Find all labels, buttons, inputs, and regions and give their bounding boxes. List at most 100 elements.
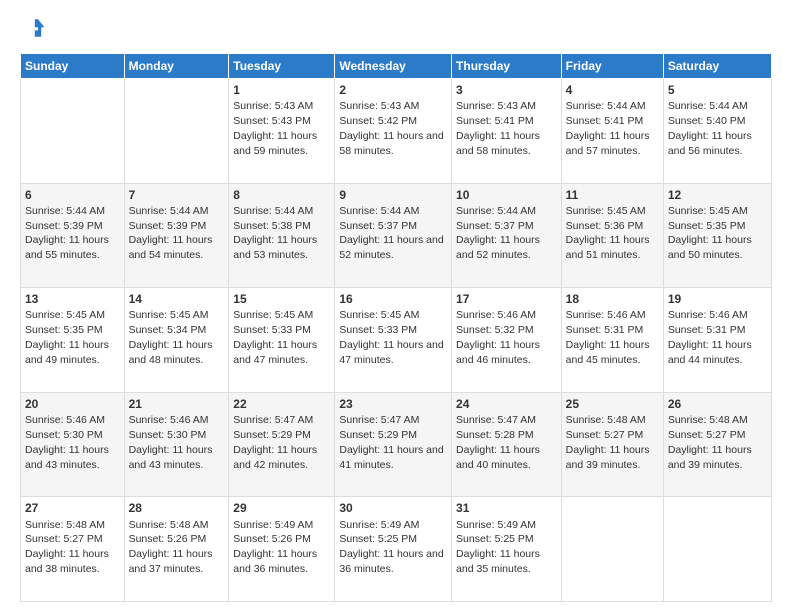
day-number: 13: [25, 291, 120, 307]
day-number: 31: [456, 500, 557, 516]
day-number: 19: [668, 291, 767, 307]
day-number: 14: [129, 291, 225, 307]
day-sunrise: Sunrise: 5:43 AMSunset: 5:43 PMDaylight:…: [233, 100, 317, 157]
calendar-cell: [663, 497, 771, 602]
page: SundayMondayTuesdayWednesdayThursdayFrid…: [0, 0, 792, 612]
calendar-cell: 24 Sunrise: 5:47 AMSunset: 5:28 PMDayligh…: [452, 392, 562, 497]
calendar-cell: 8 Sunrise: 5:44 AMSunset: 5:38 PMDaylight…: [229, 183, 335, 288]
calendar-cell: 4Sunrise: 5:44 AMSunset: 5:41 PMDaylight…: [561, 79, 663, 184]
day-number: 2: [339, 82, 447, 98]
day-sunrise: Sunrise: 5:45 AMSunset: 5:35 PMDaylight:…: [25, 309, 109, 366]
day-number: 10: [456, 187, 557, 203]
calendar-cell: 30 Sunrise: 5:49 AMSunset: 5:25 PMDayligh…: [335, 497, 452, 602]
day-number: 7: [129, 187, 225, 203]
day-sunrise: Sunrise: 5:44 AMSunset: 5:37 PMDaylight:…: [456, 205, 540, 262]
calendar-cell: 17 Sunrise: 5:46 AMSunset: 5:32 PMDayligh…: [452, 288, 562, 393]
day-number: 11: [566, 187, 659, 203]
day-sunrise: Sunrise: 5:44 AMSunset: 5:39 PMDaylight:…: [25, 205, 109, 262]
calendar-week-3: 13 Sunrise: 5:45 AMSunset: 5:35 PMDayligh…: [21, 288, 772, 393]
calendar-cell: 21 Sunrise: 5:46 AMSunset: 5:30 PMDayligh…: [124, 392, 229, 497]
weekday-header-sunday: Sunday: [21, 54, 125, 79]
calendar-cell: [21, 79, 125, 184]
day-number: 21: [129, 396, 225, 412]
day-sunrise: Sunrise: 5:45 AMSunset: 5:33 PMDaylight:…: [339, 309, 443, 366]
day-number: 6: [25, 187, 120, 203]
day-number: 12: [668, 187, 767, 203]
day-number: 17: [456, 291, 557, 307]
day-sunrise: Sunrise: 5:49 AMSunset: 5:25 PMDaylight:…: [339, 519, 443, 576]
day-sunrise: Sunrise: 5:48 AMSunset: 5:27 PMDaylight:…: [668, 414, 752, 471]
day-sunrise: Sunrise: 5:44 AMSunset: 5:39 PMDaylight:…: [129, 205, 213, 262]
day-sunrise: Sunrise: 5:45 AMSunset: 5:34 PMDaylight:…: [129, 309, 213, 366]
day-sunrise: Sunrise: 5:48 AMSunset: 5:26 PMDaylight:…: [129, 519, 213, 576]
day-number: 23: [339, 396, 447, 412]
calendar-cell: 27Sunrise: 5:48 AMSunset: 5:27 PMDayligh…: [21, 497, 125, 602]
calendar-cell: 10 Sunrise: 5:44 AMSunset: 5:37 PMDayligh…: [452, 183, 562, 288]
calendar-cell: 11 Sunrise: 5:45 AMSunset: 5:36 PMDayligh…: [561, 183, 663, 288]
day-number: 3: [456, 82, 557, 98]
day-sunrise: Sunrise: 5:46 AMSunset: 5:30 PMDaylight:…: [129, 414, 213, 471]
calendar-week-1: 1 Sunrise: 5:43 AMSunset: 5:43 PMDaylight…: [21, 79, 772, 184]
day-sunrise: Sunrise: 5:47 AMSunset: 5:29 PMDaylight:…: [233, 414, 317, 471]
day-sunrise: Sunrise: 5:43 AMSunset: 5:41 PMDaylight:…: [456, 100, 540, 157]
weekday-header-thursday: Thursday: [452, 54, 562, 79]
calendar-cell: 28 Sunrise: 5:48 AMSunset: 5:26 PMDayligh…: [124, 497, 229, 602]
weekday-header-monday: Monday: [124, 54, 229, 79]
day-sunrise: Sunrise: 5:47 AMSunset: 5:28 PMDaylight:…: [456, 414, 540, 471]
calendar-cell: 31Sunrise: 5:49 AMSunset: 5:25 PMDayligh…: [452, 497, 562, 602]
calendar-cell: 12Sunrise: 5:45 AMSunset: 5:35 PMDayligh…: [663, 183, 771, 288]
calendar-cell: 13 Sunrise: 5:45 AMSunset: 5:35 PMDayligh…: [21, 288, 125, 393]
day-sunrise: Sunrise: 5:48 AMSunset: 5:27 PMDaylight:…: [566, 414, 650, 471]
day-sunrise: Sunrise: 5:46 AMSunset: 5:30 PMDaylight:…: [25, 414, 109, 471]
day-number: 22: [233, 396, 330, 412]
calendar-cell: 9Sunrise: 5:44 AMSunset: 5:37 PMDaylight…: [335, 183, 452, 288]
day-sunrise: Sunrise: 5:46 AMSunset: 5:31 PMDaylight:…: [668, 309, 752, 366]
day-sunrise: Sunrise: 5:44 AMSunset: 5:40 PMDaylight:…: [668, 100, 752, 157]
day-number: 26: [668, 396, 767, 412]
day-number: 5: [668, 82, 767, 98]
weekday-header-wednesday: Wednesday: [335, 54, 452, 79]
day-number: 4: [566, 82, 659, 98]
calendar-week-4: 20Sunrise: 5:46 AMSunset: 5:30 PMDayligh…: [21, 392, 772, 497]
calendar-cell: 19 Sunrise: 5:46 AMSunset: 5:31 PMDayligh…: [663, 288, 771, 393]
calendar-cell: 5 Sunrise: 5:44 AMSunset: 5:40 PMDaylight…: [663, 79, 771, 184]
logo: [20, 16, 46, 45]
day-number: 25: [566, 396, 659, 412]
weekday-header-tuesday: Tuesday: [229, 54, 335, 79]
calendar-header-row: SundayMondayTuesdayWednesdayThursdayFrid…: [21, 54, 772, 79]
weekday-header-saturday: Saturday: [663, 54, 771, 79]
calendar-cell: 7 Sunrise: 5:44 AMSunset: 5:39 PMDaylight…: [124, 183, 229, 288]
day-sunrise: Sunrise: 5:45 AMSunset: 5:36 PMDaylight:…: [566, 205, 650, 262]
day-sunrise: Sunrise: 5:44 AMSunset: 5:38 PMDaylight:…: [233, 205, 317, 262]
calendar-cell: [124, 79, 229, 184]
day-number: 29: [233, 500, 330, 516]
calendar-cell: 22 Sunrise: 5:47 AMSunset: 5:29 PMDayligh…: [229, 392, 335, 497]
day-sunrise: Sunrise: 5:46 AMSunset: 5:32 PMDaylight:…: [456, 309, 540, 366]
calendar-cell: 1 Sunrise: 5:43 AMSunset: 5:43 PMDaylight…: [229, 79, 335, 184]
day-sunrise: Sunrise: 5:45 AMSunset: 5:33 PMDaylight:…: [233, 309, 317, 366]
day-number: 30: [339, 500, 447, 516]
day-sunrise: Sunrise: 5:43 AMSunset: 5:42 PMDaylight:…: [339, 100, 443, 157]
day-number: 24: [456, 396, 557, 412]
calendar-cell: 25 Sunrise: 5:48 AMSunset: 5:27 PMDayligh…: [561, 392, 663, 497]
day-sunrise: Sunrise: 5:49 AMSunset: 5:26 PMDaylight:…: [233, 519, 317, 576]
calendar-cell: 20Sunrise: 5:46 AMSunset: 5:30 PMDayligh…: [21, 392, 125, 497]
calendar-cell: 15 Sunrise: 5:45 AMSunset: 5:33 PMDayligh…: [229, 288, 335, 393]
day-number: 15: [233, 291, 330, 307]
calendar-table: SundayMondayTuesdayWednesdayThursdayFrid…: [20, 53, 772, 602]
day-number: 8: [233, 187, 330, 203]
day-number: 28: [129, 500, 225, 516]
day-sunrise: Sunrise: 5:44 AMSunset: 5:37 PMDaylight:…: [339, 205, 443, 262]
calendar-cell: 18Sunrise: 5:46 AMSunset: 5:31 PMDayligh…: [561, 288, 663, 393]
day-sunrise: Sunrise: 5:47 AMSunset: 5:29 PMDaylight:…: [339, 414, 443, 471]
day-number: 16: [339, 291, 447, 307]
calendar-cell: 23 Sunrise: 5:47 AMSunset: 5:29 PMDayligh…: [335, 392, 452, 497]
day-sunrise: Sunrise: 5:46 AMSunset: 5:31 PMDaylight:…: [566, 309, 650, 366]
calendar-body: 1 Sunrise: 5:43 AMSunset: 5:43 PMDaylight…: [21, 79, 772, 602]
calendar-cell: 16 Sunrise: 5:45 AMSunset: 5:33 PMDayligh…: [335, 288, 452, 393]
calendar-cell: 29 Sunrise: 5:49 AMSunset: 5:26 PMDayligh…: [229, 497, 335, 602]
top-section: [20, 16, 772, 45]
logo-icon: [22, 16, 46, 40]
day-number: 1: [233, 82, 330, 98]
calendar-cell: [561, 497, 663, 602]
